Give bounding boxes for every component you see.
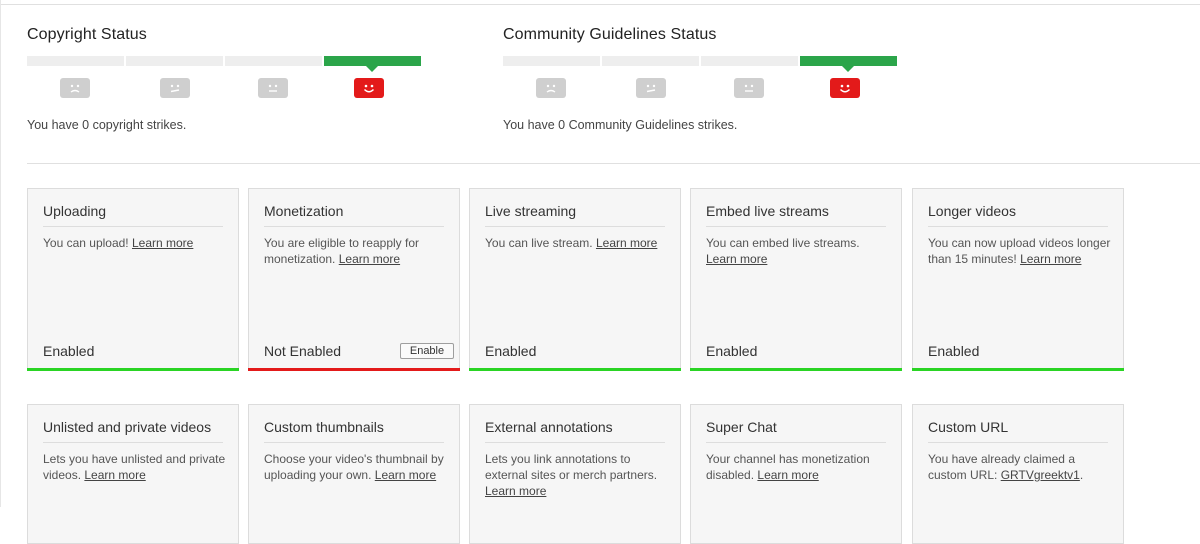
learn-more-link[interactable]: Learn more <box>706 252 767 266</box>
card-status: Not Enabled <box>264 343 342 359</box>
feature-card-embed-live-streams: Embed live streams You can embed live st… <box>690 188 902 371</box>
card-description: You are eligible to reapply for monetiza… <box>264 236 419 266</box>
feature-card-custom-thumbnails: Custom thumbnails Choose your video's th… <box>248 404 460 544</box>
card-title: Embed live streams <box>706 203 829 219</box>
card-title: Longer videos <box>928 203 1016 219</box>
enable-button[interactable]: Enable <box>400 343 454 359</box>
feature-card-custom-url: Custom URL You have already claimed a cu… <box>912 404 1124 544</box>
meter-segment-active <box>800 56 897 66</box>
status-bar-enabled <box>469 368 681 371</box>
meter-segment <box>126 56 223 66</box>
card-description: You can upload! Learn more <box>43 236 194 250</box>
card-description: You have already claimed a custom URL: G… <box>928 452 1084 482</box>
card-title: Custom thumbnails <box>264 419 384 435</box>
happy-face-icon <box>354 78 384 98</box>
card-title: Custom URL <box>928 419 1009 435</box>
card-title: External annotations <box>485 419 613 435</box>
card-description: Lets you link annotations to external si… <box>485 452 658 498</box>
meter-segment <box>225 56 322 66</box>
left-border <box>0 0 1 507</box>
feature-card-external-annotations: External annotations Lets you link annot… <box>469 404 681 544</box>
community-guidelines-status: Community Guidelines Status You have 0 C… <box>503 26 903 132</box>
community-status-title: Community Guidelines Status <box>503 26 717 43</box>
feature-card-longer-videos: Longer videos You can now upload videos … <box>912 188 1124 371</box>
card-status: Enabled <box>706 343 758 359</box>
sad-face-icon <box>60 78 90 98</box>
learn-more-link[interactable]: Learn more <box>485 484 546 498</box>
feature-card-super-chat: Super Chat Your channel has monetization… <box>690 404 902 544</box>
meter-segment <box>701 56 798 66</box>
learn-more-link[interactable]: Learn more <box>84 468 145 482</box>
card-description: Choose your video's thumbnail by uploadi… <box>264 452 444 482</box>
status-bar-not-enabled <box>248 368 460 371</box>
card-divider <box>485 442 665 443</box>
card-title: Uploading <box>43 203 107 219</box>
card-description: You can live stream. Learn more <box>485 236 658 250</box>
neutral-face-icon <box>636 78 666 98</box>
section-divider <box>27 163 1200 164</box>
status-bar-enabled <box>27 368 239 371</box>
card-divider <box>264 226 444 227</box>
top-divider <box>0 4 1200 5</box>
learn-more-link[interactable]: Learn more <box>596 236 657 250</box>
status-bar-enabled <box>912 368 1124 371</box>
card-divider <box>706 442 886 443</box>
meter-segment <box>602 56 699 66</box>
neutral-face-icon <box>734 78 764 98</box>
card-divider <box>928 442 1108 443</box>
learn-more-link[interactable]: Learn more <box>339 252 400 266</box>
card-divider <box>43 442 223 443</box>
copyright-strike-meter <box>27 56 423 72</box>
meter-segment <box>503 56 600 66</box>
learn-more-link[interactable]: Learn more <box>132 236 193 250</box>
sad-face-icon <box>536 78 566 98</box>
neutral-face-icon <box>160 78 190 98</box>
custom-url-link[interactable]: GRTVgreektv1 <box>1001 468 1080 482</box>
card-title: Monetization <box>264 203 344 219</box>
feature-card-monetization: Monetization You are eligible to reapply… <box>248 188 460 371</box>
community-strikes-text: You have 0 Community Guidelines strikes. <box>503 118 738 132</box>
card-divider <box>485 226 665 227</box>
copyright-status: Copyright Status You have 0 copyright st… <box>27 26 427 132</box>
card-divider <box>928 226 1108 227</box>
feature-card-uploading: Uploading You can upload! Learn more Ena… <box>27 188 239 371</box>
meter-pointer <box>366 66 378 72</box>
card-status: Enabled <box>43 343 95 359</box>
community-strike-meter <box>503 56 899 72</box>
card-status: Enabled <box>485 343 537 359</box>
card-status: Enabled <box>928 343 980 359</box>
card-description: You can embed live streams. Learn more <box>706 236 860 266</box>
meter-segment <box>27 56 124 66</box>
card-divider <box>706 226 886 227</box>
learn-more-link[interactable]: Learn more <box>1020 252 1081 266</box>
happy-face-icon <box>830 78 860 98</box>
learn-more-link[interactable]: Learn more <box>757 468 818 482</box>
status-bar-enabled <box>690 368 902 371</box>
meter-segment-active <box>324 56 421 66</box>
feature-card-live-streaming: Live streaming You can live stream. Lear… <box>469 188 681 371</box>
card-description: You can now upload videos longer than 15… <box>928 236 1111 266</box>
card-title: Super Chat <box>706 419 777 435</box>
copyright-status-title: Copyright Status <box>27 26 147 43</box>
card-description: Your channel has monetization disabled. … <box>706 452 870 482</box>
meter-pointer <box>842 66 854 72</box>
copyright-strikes-text: You have 0 copyright strikes. <box>27 118 187 132</box>
card-divider <box>43 226 223 227</box>
card-title: Unlisted and private videos <box>43 419 212 435</box>
card-divider <box>264 442 444 443</box>
card-description: Lets you have unlisted and private video… <box>43 452 226 482</box>
neutral-face-icon <box>258 78 288 98</box>
card-title: Live streaming <box>485 203 577 219</box>
learn-more-link[interactable]: Learn more <box>375 468 436 482</box>
feature-card-unlisted-private-videos: Unlisted and private videos Lets you hav… <box>27 404 239 544</box>
